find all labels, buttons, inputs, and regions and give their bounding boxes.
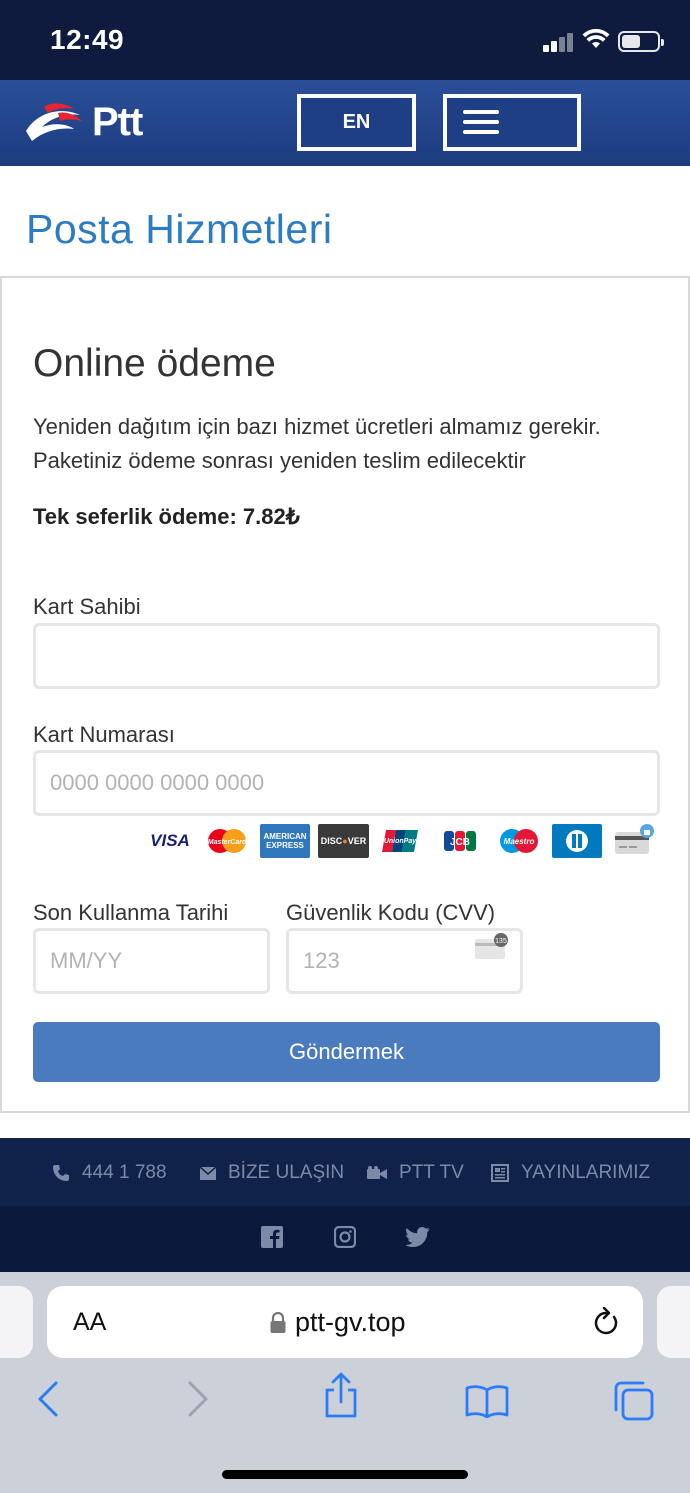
instagram-icon[interactable] — [333, 1225, 357, 1249]
description-line-2: Paketiniz ödeme sonrası yeniden teslim e… — [33, 448, 526, 473]
address-bar[interactable]: AA ptt-gv.top — [47, 1286, 643, 1358]
expiry-label: Son Kullanma Tarihi — [33, 900, 229, 925]
footer-contact-link[interactable]: BİZE ULAŞIN — [200, 1162, 344, 1184]
facebook-icon[interactable] — [260, 1225, 284, 1249]
status-time: 12:49 — [50, 24, 125, 55]
envelope-icon — [200, 1166, 216, 1180]
cvv-placeholder: 123 — [303, 948, 340, 973]
footer-contact-text: BİZE ULAŞIN — [228, 1162, 345, 1183]
url-display[interactable]: ptt-gv.top — [270, 1307, 406, 1338]
svg-text:UnionPay: UnionPay — [384, 838, 417, 845]
secure-card-icon — [614, 824, 654, 858]
expiry-input[interactable]: MM/YY — [33, 928, 270, 994]
maestro-icon: Maestro — [498, 824, 540, 858]
browser-toolbar: AA ptt-gv.top — [0, 1272, 690, 1493]
home-indicator — [222, 1470, 468, 1479]
forward-icon[interactable] — [186, 1380, 210, 1423]
lock-icon — [270, 1311, 286, 1333]
video-camera-icon — [367, 1166, 387, 1180]
bookmarks-icon[interactable] — [465, 1384, 509, 1423]
discover-icon: DISC ● VER — [318, 824, 369, 858]
reload-icon[interactable] — [592, 1306, 620, 1342]
footer-phone-link[interactable]: 444 1 788 — [52, 1162, 167, 1184]
wifi-icon — [582, 28, 610, 55]
language-button[interactable]: EN — [297, 94, 416, 151]
jcb-icon: JCB — [444, 824, 476, 858]
twitter-icon[interactable] — [406, 1225, 430, 1249]
visa-icon: VISA — [150, 831, 190, 850]
mastercard-icon: MasterCard — [206, 824, 248, 858]
text-size-label: AA — [73, 1308, 107, 1336]
battery-icon — [618, 31, 664, 52]
url-text: ptt-gv.top — [295, 1307, 406, 1337]
footer-publications-link[interactable]: YAYINLARIMIZ — [491, 1162, 650, 1184]
cvv-input[interactable]: 123 135 — [286, 928, 523, 994]
cvv-label: Güvenlik Kodu (CVV) — [286, 900, 496, 925]
unionpay-icon: UnionPay — [382, 824, 420, 858]
description-line-1: Yeniden dağıtım için bazı hizmet ücretle… — [33, 414, 601, 439]
svg-text:135: 135 — [495, 938, 507, 945]
ptt-bird-icon — [26, 102, 82, 141]
status-bar: 12:49 — [0, 0, 690, 80]
back-icon[interactable] — [36, 1380, 60, 1423]
card-number-label: Kart Numarası — [33, 722, 175, 747]
social-links — [0, 1206, 690, 1272]
svg-text:JCB: JCB — [450, 837, 470, 848]
card-holder-input[interactable] — [33, 623, 660, 689]
cvv-card-icon: 135 — [475, 933, 508, 959]
cellular-signal-icon — [543, 32, 575, 52]
logo-text: Ptt — [92, 100, 143, 144]
phone-icon — [52, 1164, 70, 1182]
footer-tv-text: PTT TV — [399, 1162, 464, 1183]
footer-publications-text: YAYINLARIMIZ — [521, 1162, 651, 1183]
card-holder-label: Kart Sahibi — [33, 594, 141, 619]
svg-text:MasterCard: MasterCard — [208, 839, 247, 846]
tabs-icon[interactable] — [613, 1380, 655, 1427]
next-tab-preview[interactable] — [657, 1286, 690, 1358]
ptt-logo[interactable]: Ptt — [22, 100, 143, 145]
payment-description: Yeniden dağıtım için bazı hizmet ücretle… — [33, 410, 663, 478]
newspaper-icon — [491, 1164, 509, 1182]
share-icon[interactable] — [323, 1372, 359, 1423]
svg-text:Maestro: Maestro — [504, 837, 535, 846]
card-number-input[interactable]: 0000 0000 0000 0000 — [33, 750, 660, 816]
submit-button[interactable]: Göndermek — [33, 1022, 660, 1082]
previous-tab-preview[interactable] — [0, 1286, 33, 1358]
site-header: Ptt EN — [0, 80, 690, 166]
page-title: Posta Hizmetleri — [26, 206, 333, 252]
footer-tv-link[interactable]: PTT TV — [367, 1162, 464, 1184]
amex-icon: AMERICAN EXPRESS — [260, 824, 310, 858]
footer-links: 444 1 788 BİZE ULAŞIN PTT TV YAYINLARIMI… — [0, 1138, 690, 1206]
payment-amount: Tek seferlik ödeme: 7.82₺ — [33, 504, 300, 529]
menu-button[interactable] — [443, 94, 581, 151]
footer-phone-text: 444 1 788 — [82, 1162, 167, 1183]
diners-club-icon — [552, 824, 602, 858]
payment-title: Online ödeme — [33, 342, 276, 385]
payment-form: Online ödeme Yeniden dağıtım için bazı h… — [0, 276, 690, 1113]
text-size-button[interactable]: AA — [73, 1308, 106, 1337]
